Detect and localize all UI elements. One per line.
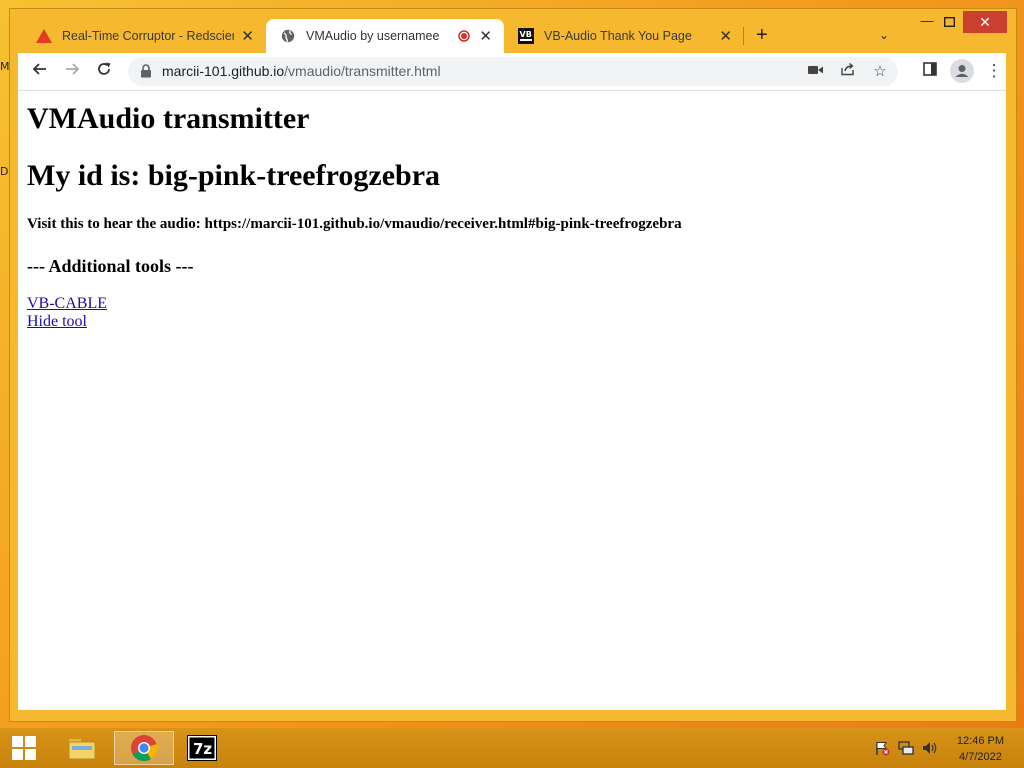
close-tab-icon[interactable]: ✕ [241,27,254,45]
close-tab-icon[interactable]: ✕ [479,27,492,45]
url-path: /vmaudio/transmitter.html [284,63,441,79]
reload-icon[interactable] [94,61,114,81]
clock-date: 4/7/2022 [959,751,1002,763]
vb-cable-link[interactable]: VB-CABLE [27,295,107,313]
share-icon[interactable] [838,62,858,82]
close-window-button[interactable]: ✕ [963,11,1007,33]
warning-triangle-icon [36,28,52,44]
browser-toolbar: marcii-101.github.io/vmaudio/transmitter… [18,53,1006,91]
tab-title: VMAudio by usernamee [306,29,440,43]
tab-title: Real-Time Corruptor - Redscienti [62,29,234,43]
start-button[interactable] [0,731,48,765]
taskbar-file-explorer[interactable] [52,731,112,765]
page-title: VMAudio transmitter [27,102,310,135]
tab-vb-audio[interactable]: VB VB-Audio Thank You Page ✕ [504,19,744,53]
browser-window: Real-Time Corruptor - Redscienti ✕ VMAud… [9,8,1017,722]
back-arrow-icon[interactable] [30,61,50,81]
tab-title: VB-Audio Thank You Page [544,29,692,43]
vb-audio-logo-icon: VB [518,28,534,44]
7zip-icon: 7z [187,735,217,761]
url-text: marcii-101.github.io/vmaudio/transmitter… [162,63,441,79]
recording-indicator-icon [458,30,470,45]
hide-tool-link[interactable]: Hide tool [27,313,87,331]
tab-search-chevron-icon[interactable]: ⌄ [879,28,889,42]
system-clock[interactable]: 12:46 PM 4/7/2022 [957,733,1004,765]
side-panel-icon[interactable] [920,61,940,81]
maximize-button[interactable] [932,11,966,33]
windows-logo-icon [12,736,36,760]
camera-icon[interactable] [806,62,826,82]
svg-text:VB: VB [520,30,532,39]
clock-time: 12:46 PM [956,735,1004,747]
tab-vmaudio[interactable]: VMAudio by usernamee ✕ [266,19,504,53]
profile-avatar-icon[interactable] [950,59,974,83]
chrome-icon [131,735,158,762]
lock-icon [140,64,154,78]
page-content: VMAudio transmitter My id is: big-pink-t… [18,91,1006,710]
volume-icon[interactable] [922,740,938,756]
taskbar-chrome[interactable] [114,731,174,765]
tab-strip: Real-Time Corruptor - Redscienti ✕ VMAud… [10,9,1016,53]
tab-real-time-corruptor[interactable]: Real-Time Corruptor - Redscienti ✕ [22,19,266,53]
folder-icon [68,739,96,760]
taskbar-7zip[interactable]: 7z [172,731,232,765]
close-tab-icon[interactable]: ✕ [719,27,732,45]
kebab-menu-icon[interactable]: ⋮ [984,61,1004,81]
network-icon[interactable] [898,740,914,756]
additional-tools-heading: --- Additional tools --- [27,256,194,276]
action-center-flag-icon[interactable] [874,740,890,756]
id-heading: My id is: big-pink-treefrogzebra [27,159,441,192]
globe-icon [280,28,296,44]
svg-text:7z: 7z [193,740,212,758]
taskbar: 7z 12:46 PM 4/7/2022 [0,728,1024,768]
url-host: marcii-101.github.io [162,63,285,79]
forward-arrow-icon[interactable] [62,61,82,81]
new-tab-button[interactable]: + [756,24,768,47]
tab-separator [743,27,744,45]
bookmark-star-icon[interactable]: ☆ [870,62,890,82]
visit-instructions: Visit this to hear the audio: https://ma… [27,216,682,232]
address-bar[interactable]: marcii-101.github.io/vmaudio/transmitter… [128,57,898,86]
